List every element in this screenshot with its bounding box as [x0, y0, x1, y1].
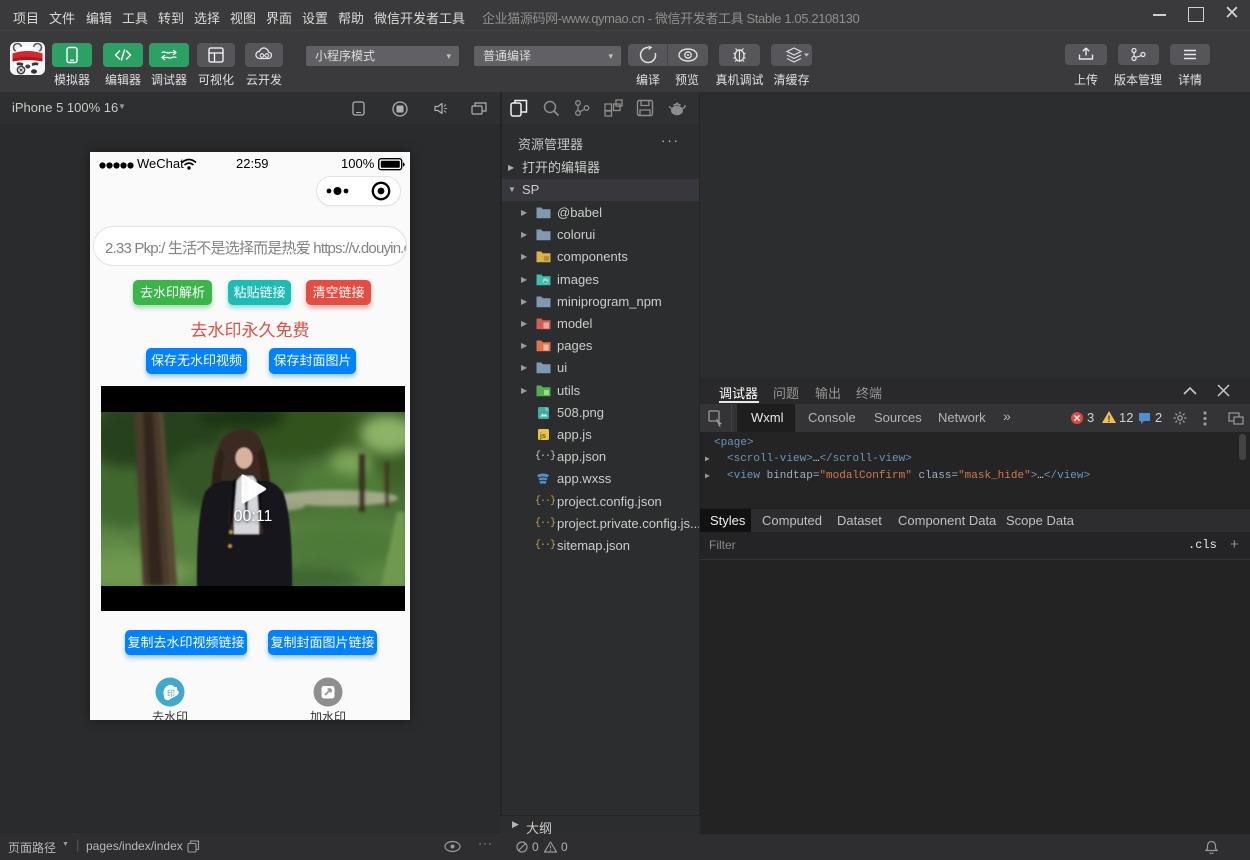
- svg-text:印: 印: [167, 689, 175, 698]
- svg-text:js: js: [539, 433, 546, 440]
